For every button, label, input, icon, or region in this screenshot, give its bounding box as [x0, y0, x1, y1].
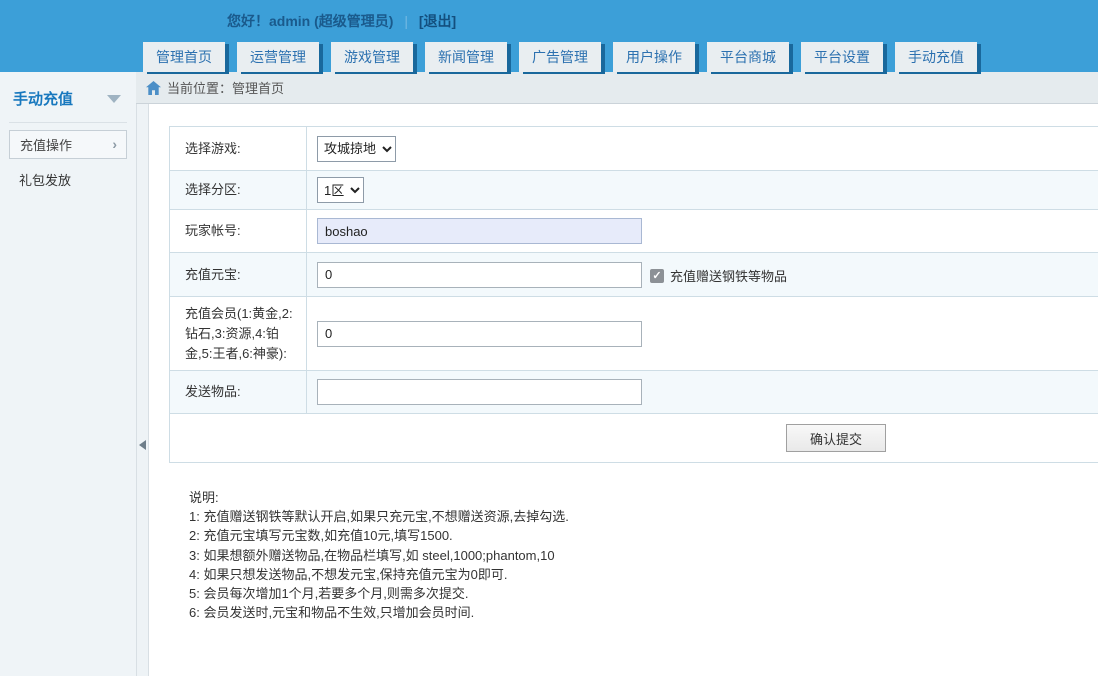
sidebar-title: 手动充值: [13, 88, 73, 109]
gold-input[interactable]: [317, 262, 642, 288]
game-label: 选择游戏:: [170, 127, 307, 171]
table-row: 玩家帐号:: [170, 210, 1098, 253]
vip-label: 充值会员(1:黄金,2:钻石,3:资源,4:铂金,5:王者,6:神豪):: [170, 297, 307, 371]
vip-input[interactable]: [317, 321, 642, 347]
greeting-separator: |: [404, 13, 408, 29]
tab-manual-recharge[interactable]: 手动充值: [895, 42, 977, 72]
top-header: 您好！admin (超级管理员) | [退出] 管理首页 运营管理 游戏管理 新…: [0, 0, 1098, 72]
chevron-right-icon: ›: [112, 138, 117, 151]
table-row: 充值会员(1:黄金,2:钻石,3:资源,4:铂金,5:王者,6:神豪):: [170, 297, 1098, 371]
greeting-text: 您好！admin (超级管理员): [227, 13, 393, 29]
tab-admin-home[interactable]: 管理首页: [143, 42, 225, 72]
table-row: 选择游戏: 攻城掠地: [170, 127, 1098, 171]
instructions-title: 说明:: [189, 488, 1098, 507]
tab-games[interactable]: 游戏管理: [331, 42, 413, 72]
table-row: 充值元宝: ✓ 充值赠送钢铁等物品: [170, 253, 1098, 297]
collapse-triangle-icon[interactable]: [107, 95, 121, 103]
game-select[interactable]: 攻城掠地: [317, 136, 396, 162]
sidebar-divider: [9, 122, 127, 123]
main-content: 选择游戏: 攻城掠地 选择分区: 1区: [149, 104, 1098, 676]
instruction-line: 1: 充值赠送钢铁等默认开启,如果只充元宝,不想赠送资源,去掉勾选.: [189, 507, 1098, 526]
zone-select[interactable]: 1区: [317, 177, 364, 203]
instruction-line: 3: 如果想额外赠送物品,在物品栏填写,如 steel,1000;phantom…: [189, 546, 1098, 565]
gold-label: 充值元宝:: [170, 253, 307, 297]
breadcrumb-label: 当前位置：管理首页: [167, 78, 284, 97]
gift-checkbox[interactable]: ✓: [650, 269, 664, 283]
account-input[interactable]: [317, 218, 642, 244]
home-icon: [146, 81, 161, 95]
sidebar-item-label: 充值操作: [20, 135, 72, 154]
breadcrumb: 当前位置：管理首页: [136, 72, 1098, 104]
instruction-line: 6: 会员发送时,元宝和物品不生效,只增加会员时间.: [189, 603, 1098, 622]
user-greeting: 您好！admin (超级管理员) | [退出]: [227, 11, 456, 31]
sidebar: 手动充值 充值操作 › 礼包发放: [0, 72, 136, 676]
sidebar-item-recharge-ops[interactable]: 充值操作 ›: [9, 130, 127, 159]
instruction-line: 2: 充值元宝填写元宝数,如充值10元,填写1500.: [189, 526, 1098, 545]
instruction-line: 4: 如果只想发送物品,不想发元宝,保持充值元宝为0即可.: [189, 565, 1098, 584]
zone-label: 选择分区:: [170, 171, 307, 210]
tab-news[interactable]: 新闻管理: [425, 42, 507, 72]
sidebar-splitter[interactable]: [136, 104, 149, 676]
instruction-line: 5: 会员每次增加1个月,若要多个月,则需多次提交.: [189, 584, 1098, 603]
logout-link[interactable]: [退出]: [419, 13, 456, 29]
instructions: 说明: 1: 充值赠送钢铁等默认开启,如果只充元宝,不想赠送资源,去掉勾选. 2…: [189, 488, 1098, 622]
table-row: 发送物品:: [170, 371, 1098, 414]
tab-platform-settings[interactable]: 平台设置: [801, 42, 883, 72]
items-input[interactable]: [317, 379, 642, 405]
main-nav-tabs: 管理首页 运营管理 游戏管理 新闻管理 广告管理 用户操作 平台商城 平台设置 …: [143, 42, 977, 72]
check-icon: ✓: [652, 270, 661, 282]
recharge-form-table: 选择游戏: 攻城掠地 选择分区: 1区: [169, 126, 1098, 463]
table-row: 选择分区: 1区: [170, 171, 1098, 210]
tab-platform-mall[interactable]: 平台商城: [707, 42, 789, 72]
tab-operations[interactable]: 运营管理: [237, 42, 319, 72]
sidebar-item-gift-dispatch[interactable]: 礼包发放: [0, 159, 136, 189]
items-label: 发送物品:: [170, 371, 307, 414]
tab-ads[interactable]: 广告管理: [519, 42, 601, 72]
table-row: 确认提交: [170, 414, 1098, 463]
confirm-submit-button[interactable]: 确认提交: [786, 424, 886, 452]
collapse-left-icon[interactable]: [139, 440, 146, 450]
tab-user-ops[interactable]: 用户操作: [613, 42, 695, 72]
gift-checkbox-label: 充值赠送钢铁等物品: [670, 269, 787, 284]
account-label: 玩家帐号:: [170, 210, 307, 253]
